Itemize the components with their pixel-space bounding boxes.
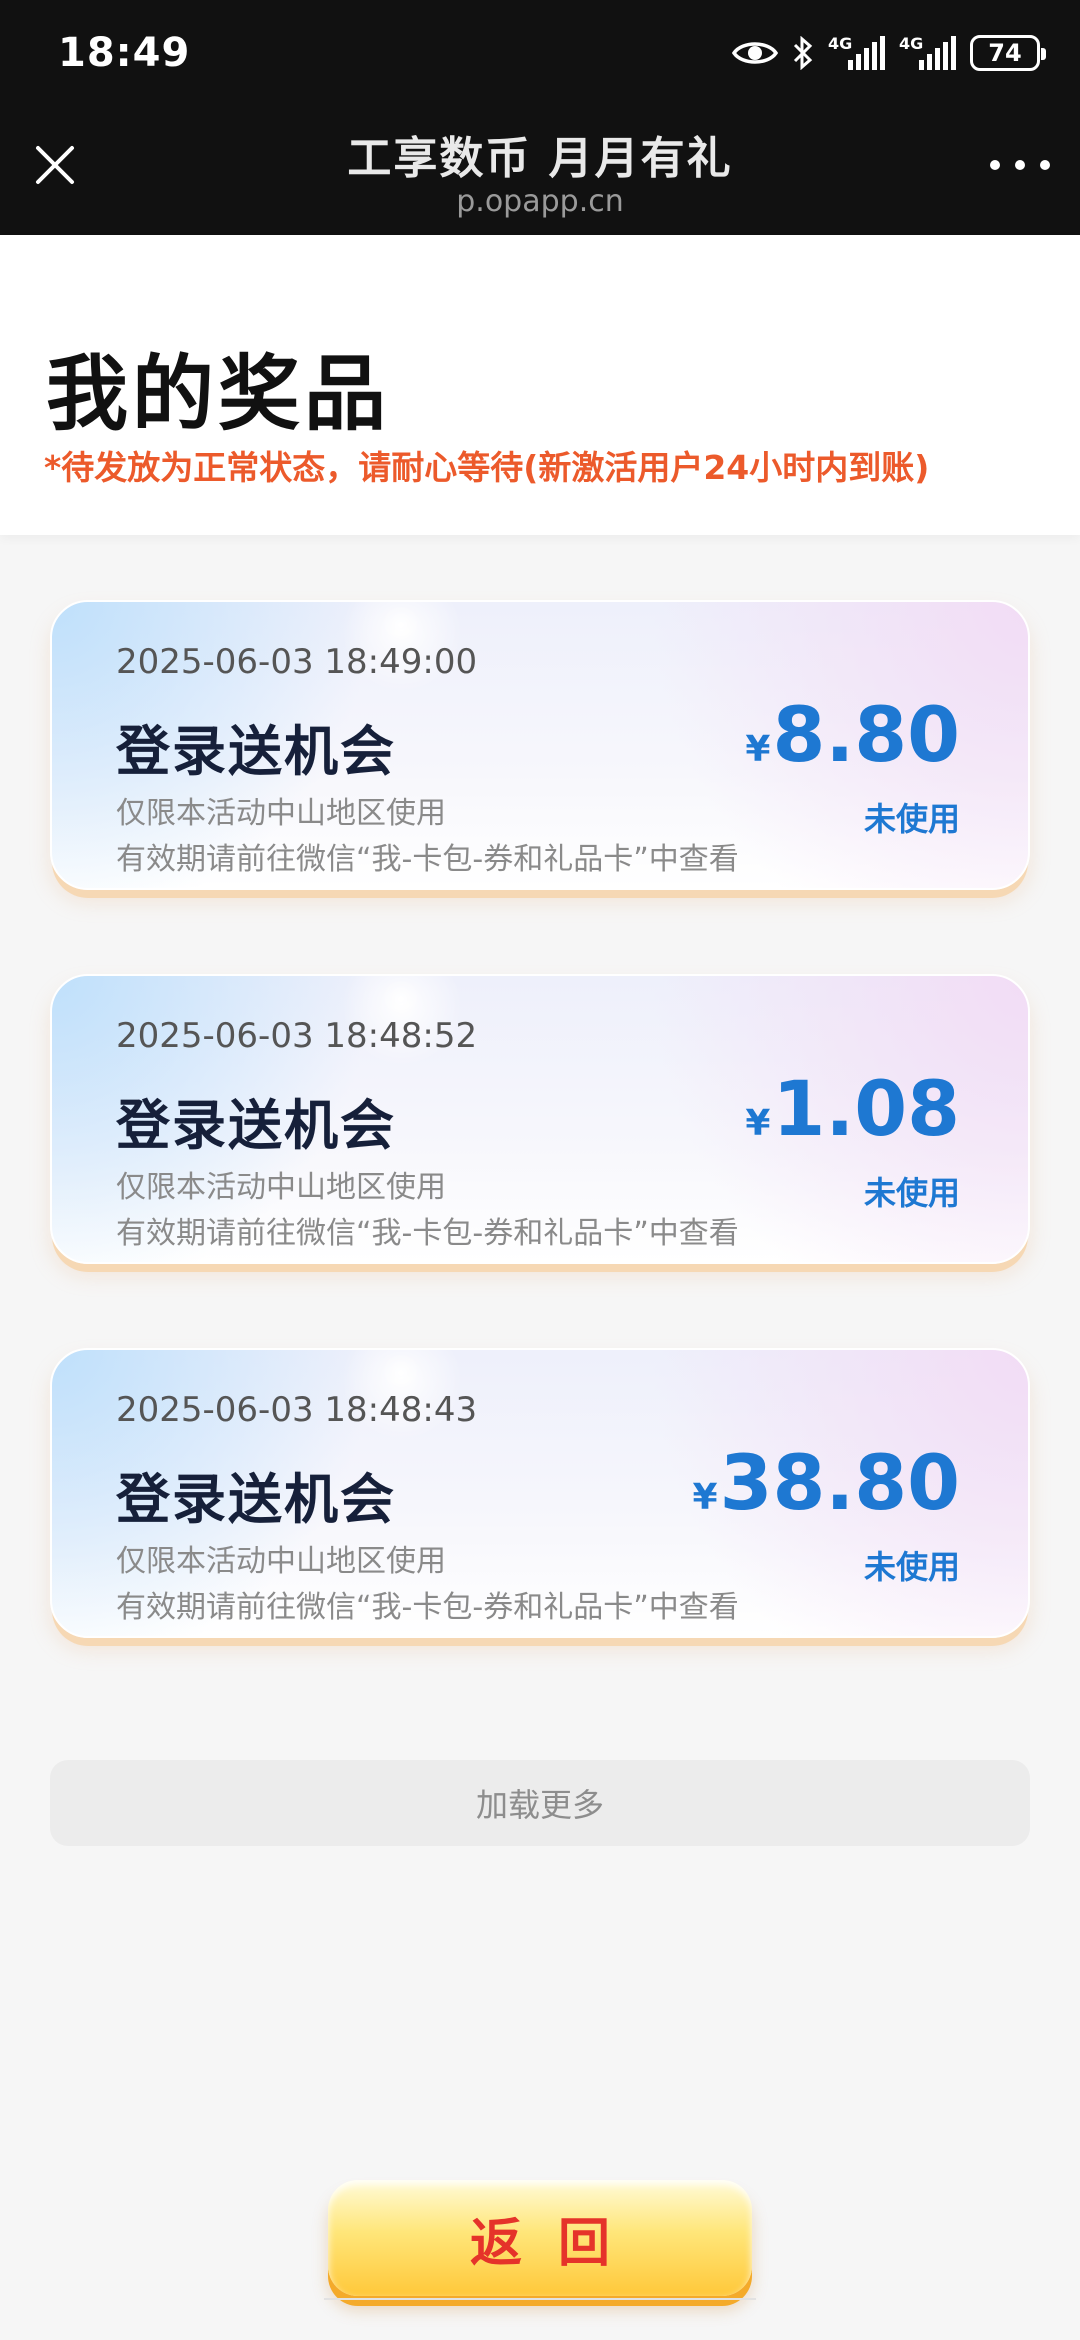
battery-icon: 74 xyxy=(970,35,1046,71)
prize-date: 2025-06-03 18:48:52 xyxy=(116,1016,478,1056)
currency-symbol: ¥ xyxy=(692,1477,718,1518)
prize-date: 2025-06-03 18:48:43 xyxy=(116,1390,478,1430)
network-type-label: 4G xyxy=(899,34,924,53)
prize-amount: ¥38.80 xyxy=(693,1438,960,1527)
nav-title: 工享数币 月月有礼 xyxy=(347,133,733,184)
prize-validity: 有效期请前往微信“我-卡包-券和礼品卡”中查看 xyxy=(116,1590,739,1625)
page-title: 我的奖品 xyxy=(46,347,391,442)
load-more-button[interactable]: 加载更多 xyxy=(50,1760,1030,1846)
status-time: 18:49 xyxy=(58,30,191,76)
prize-card[interactable]: 2025-06-03 18:49:00 登录送机会 仅限本活动中山地区使用 有效… xyxy=(50,600,1030,890)
network-type-label: 4G xyxy=(828,34,853,53)
prize-name: 登录送机会 xyxy=(116,1094,396,1157)
prize-scope: 仅限本活动中山地区使用 xyxy=(116,1170,446,1205)
prize-validity: 有效期请前往微信“我-卡包-券和礼品卡”中查看 xyxy=(116,842,739,877)
status-icons: 4G 4G 74 xyxy=(732,30,1046,76)
prize-amount: ¥1.08 xyxy=(745,1064,960,1153)
divider xyxy=(324,2298,756,2300)
status-bar: 18:49 4G 4G 74 xyxy=(0,0,1080,110)
nav-url: p.opapp.cn xyxy=(456,184,624,219)
prize-validity: 有效期请前往微信“我-卡包-券和礼品卡”中查看 xyxy=(116,1216,739,1251)
currency-symbol: ¥ xyxy=(745,729,771,770)
prize-scope: 仅限本活动中山地区使用 xyxy=(116,1544,446,1579)
prize-name: 登录送机会 xyxy=(116,720,396,783)
currency-symbol: ¥ xyxy=(745,1103,771,1144)
prize-status: 未使用 xyxy=(863,800,960,838)
amount-value: 38.80 xyxy=(719,1438,960,1527)
signal-icon-sim1: 4G xyxy=(828,34,885,70)
prize-card[interactable]: 2025-06-03 18:48:52 登录送机会 仅限本活动中山地区使用 有效… xyxy=(50,974,1030,1264)
nav-bar: 工享数币 月月有礼 p.opapp.cn xyxy=(0,110,1080,235)
prize-amount: ¥8.80 xyxy=(745,690,960,779)
prize-scope: 仅限本活动中山地区使用 xyxy=(116,796,446,831)
signal-icon-sim2: 4G xyxy=(899,34,956,70)
prize-name: 登录送机会 xyxy=(116,1468,396,1531)
notice-text: *待发放为正常状态，请耐心等待(新激活用户24小时内到账) xyxy=(44,448,930,487)
battery-level: 74 xyxy=(988,39,1022,67)
prizes-header: 我的奖品 *待发放为正常状态，请耐心等待(新激活用户24小时内到账) xyxy=(0,235,1080,535)
prize-card[interactable]: 2025-06-03 18:48:43 登录送机会 仅限本活动中山地区使用 有效… xyxy=(50,1348,1030,1638)
bluetooth-icon xyxy=(793,36,813,70)
prize-date: 2025-06-03 18:49:00 xyxy=(116,642,478,682)
prize-status: 未使用 xyxy=(863,1548,960,1586)
amount-value: 8.80 xyxy=(772,690,960,779)
amount-value: 1.08 xyxy=(772,1064,960,1153)
prize-status: 未使用 xyxy=(863,1174,960,1212)
more-icon[interactable] xyxy=(990,150,1050,180)
back-button[interactable]: 返回 xyxy=(328,2180,752,2296)
eye-icon xyxy=(732,42,778,64)
